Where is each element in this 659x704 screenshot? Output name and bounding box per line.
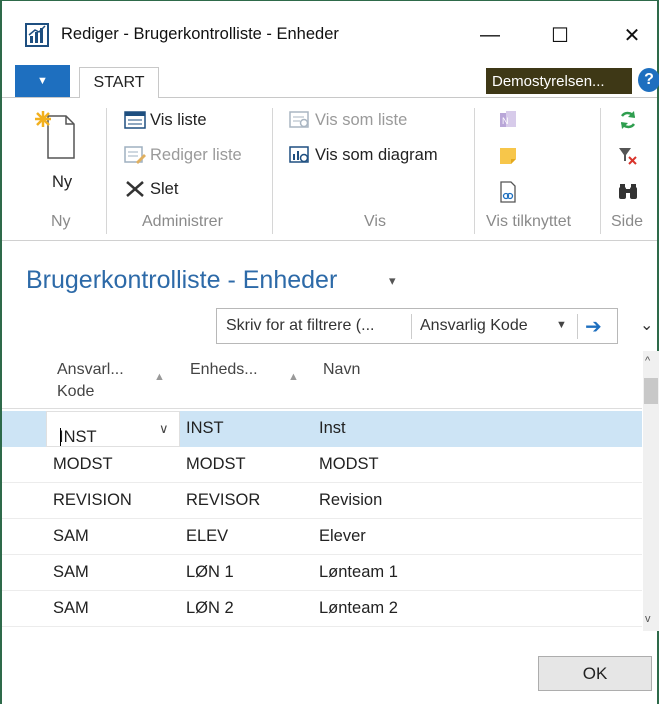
column-header-label: Navn bbox=[323, 361, 361, 378]
grid-header: Ansvarl... Kode ▲ Enheds... ▲ Navn bbox=[2, 351, 642, 409]
vertical-scrollbar[interactable]: ^ v bbox=[643, 351, 659, 631]
cell-ansvarlig: MODST bbox=[53, 455, 113, 473]
filter-bar: Skriv for at filtrere (... Ansvarlig Kod… bbox=[216, 308, 618, 344]
note-icon[interactable] bbox=[495, 144, 521, 168]
cell-navn: Revision bbox=[319, 491, 383, 509]
app-chart-icon bbox=[25, 23, 49, 47]
refresh-icon[interactable] bbox=[615, 108, 641, 132]
cell-enhed: LØN 2 bbox=[186, 599, 234, 617]
ok-button[interactable]: OK bbox=[538, 656, 652, 691]
delete-x-icon bbox=[124, 179, 146, 199]
column-header-navn[interactable]: Navn bbox=[323, 359, 360, 381]
ribbon-separator bbox=[272, 108, 273, 234]
sort-arrow-icon: ▲ bbox=[288, 371, 299, 383]
title-menu-caret-icon[interactable]: ▾ bbox=[389, 273, 396, 289]
ribbon: Ny Ny Vis liste Rediger liste Slet Admin… bbox=[2, 98, 657, 241]
new-button-label: Ny bbox=[52, 173, 73, 191]
maximize-button[interactable]: ☐ bbox=[537, 19, 583, 51]
ribbon-separator bbox=[600, 108, 601, 234]
group-label-vis-tilknyttet: Vis tilknyttet bbox=[486, 213, 572, 230]
list-search-icon bbox=[289, 110, 311, 130]
list-view-icon bbox=[124, 110, 146, 130]
group-label-vis: Vis bbox=[364, 213, 386, 230]
close-button[interactable]: ✕ bbox=[609, 19, 655, 51]
onenote-icon[interactable]: N bbox=[495, 108, 521, 132]
cell-enhed: MODST bbox=[186, 455, 246, 473]
rediger-liste-button[interactable]: Rediger liste bbox=[124, 145, 242, 165]
chevron-down-icon[interactable]: ▼ bbox=[556, 319, 567, 331]
group-label-administrer: Administrer bbox=[142, 213, 223, 230]
filter-input[interactable]: Skriv for at filtrere (... bbox=[226, 317, 374, 335]
chart-search-icon bbox=[289, 145, 311, 165]
cell-enhed: REVISOR bbox=[186, 491, 261, 509]
cell-navn: Inst bbox=[319, 419, 346, 437]
table-row[interactable]: REVISION REVISOR Revision bbox=[2, 483, 642, 519]
ribbon-separator bbox=[474, 108, 475, 234]
cell-navn: Lønteam 1 bbox=[319, 563, 398, 581]
window-title: Rediger - Brugerkontrolliste - Enheder bbox=[61, 25, 339, 43]
column-header-label: Kode bbox=[57, 383, 95, 400]
slet-button[interactable]: Slet bbox=[124, 179, 178, 199]
collapse-chevron-icon[interactable]: ⌄ bbox=[640, 315, 653, 335]
cell-navn: Lønteam 2 bbox=[319, 599, 398, 617]
cell-ansvarlig: SAM bbox=[53, 599, 89, 617]
group-label-ny: Ny bbox=[51, 213, 71, 230]
cell-enhed: INST bbox=[186, 419, 224, 437]
group-label-side: Side bbox=[611, 213, 644, 230]
link-document-icon[interactable] bbox=[495, 180, 521, 204]
cell-enhed: LØN 1 bbox=[186, 563, 234, 581]
table-row[interactable]: SAM LØN 2 Lønteam 2 bbox=[2, 591, 642, 627]
text-cursor bbox=[60, 428, 61, 446]
window: Rediger - Brugerkontrolliste - Enheder —… bbox=[0, 0, 659, 704]
ribbon-separator bbox=[106, 108, 107, 234]
table-row[interactable]: SAM ELEV Elever bbox=[2, 519, 642, 555]
rediger-liste-label: Rediger liste bbox=[150, 145, 242, 164]
vis-liste-button[interactable]: Vis liste bbox=[124, 110, 207, 130]
table-row[interactable]: MODST MODST MODST bbox=[2, 447, 642, 483]
scrollbar-thumb[interactable] bbox=[644, 378, 658, 404]
new-document-icon bbox=[35, 111, 75, 159]
find-binoculars-icon[interactable] bbox=[615, 180, 641, 204]
arrow-right-icon[interactable]: ➔ bbox=[585, 314, 602, 339]
edit-list-icon bbox=[124, 145, 146, 165]
column-header-ansvarlig[interactable]: Ansvarl... Kode bbox=[57, 359, 124, 403]
cell-ansvarlig: REVISION bbox=[53, 491, 132, 509]
table-row[interactable]: INST ∨ INST Inst bbox=[2, 411, 642, 447]
title-bar: Rediger - Brugerkontrolliste - Enheder —… bbox=[2, 1, 657, 65]
table-row[interactable]: SAM LØN 1 Lønteam 1 bbox=[2, 555, 642, 591]
sort-arrow-icon: ▲ bbox=[154, 371, 165, 383]
minimize-button[interactable]: — bbox=[467, 19, 513, 51]
column-header-enhed[interactable]: Enheds... bbox=[190, 359, 258, 381]
filter-field-select[interactable]: Ansvarlig Kode bbox=[420, 317, 528, 335]
svg-text:N: N bbox=[502, 116, 509, 126]
column-header-label: Enheds... bbox=[190, 361, 258, 378]
slet-label: Slet bbox=[150, 179, 179, 198]
vis-som-liste-label: Vis som liste bbox=[315, 110, 408, 129]
file-menu-button[interactable]: ▼ bbox=[15, 65, 70, 97]
cell-ansvarlig: SAM bbox=[53, 527, 89, 545]
vis-som-diagram-button[interactable]: Vis som diagram bbox=[289, 145, 438, 165]
chevron-down-icon[interactable]: ∨ bbox=[159, 421, 169, 437]
vis-som-liste-button[interactable]: Vis som liste bbox=[289, 110, 407, 130]
vis-liste-label: Vis liste bbox=[150, 110, 207, 129]
page-title: Brugerkontrolliste - Enheder bbox=[26, 266, 338, 294]
filter-divider bbox=[577, 314, 578, 339]
vis-som-diagram-label: Vis som diagram bbox=[315, 145, 438, 164]
cell-navn: Elever bbox=[319, 527, 366, 545]
column-header-label: Ansvarl... bbox=[57, 361, 124, 378]
cell-enhed: ELEV bbox=[186, 527, 229, 545]
scroll-down-icon[interactable]: v bbox=[645, 613, 651, 625]
filter-divider bbox=[411, 314, 412, 339]
help-icon[interactable]: ? bbox=[638, 68, 659, 92]
ansvarlig-kode-select[interactable]: INST ∨ bbox=[46, 411, 180, 447]
new-button[interactable]: Ny bbox=[30, 106, 80, 196]
cell-navn: MODST bbox=[319, 455, 379, 473]
clear-filter-icon[interactable] bbox=[615, 144, 641, 168]
ribbon-tab-row: ▼ START Demostyrelsen... ? bbox=[2, 65, 659, 99]
cell-ansvarlig: SAM bbox=[53, 563, 89, 581]
tab-start[interactable]: START bbox=[79, 67, 159, 99]
scroll-up-icon[interactable]: ^ bbox=[645, 355, 650, 367]
company-badge[interactable]: Demostyrelsen... bbox=[486, 68, 632, 94]
